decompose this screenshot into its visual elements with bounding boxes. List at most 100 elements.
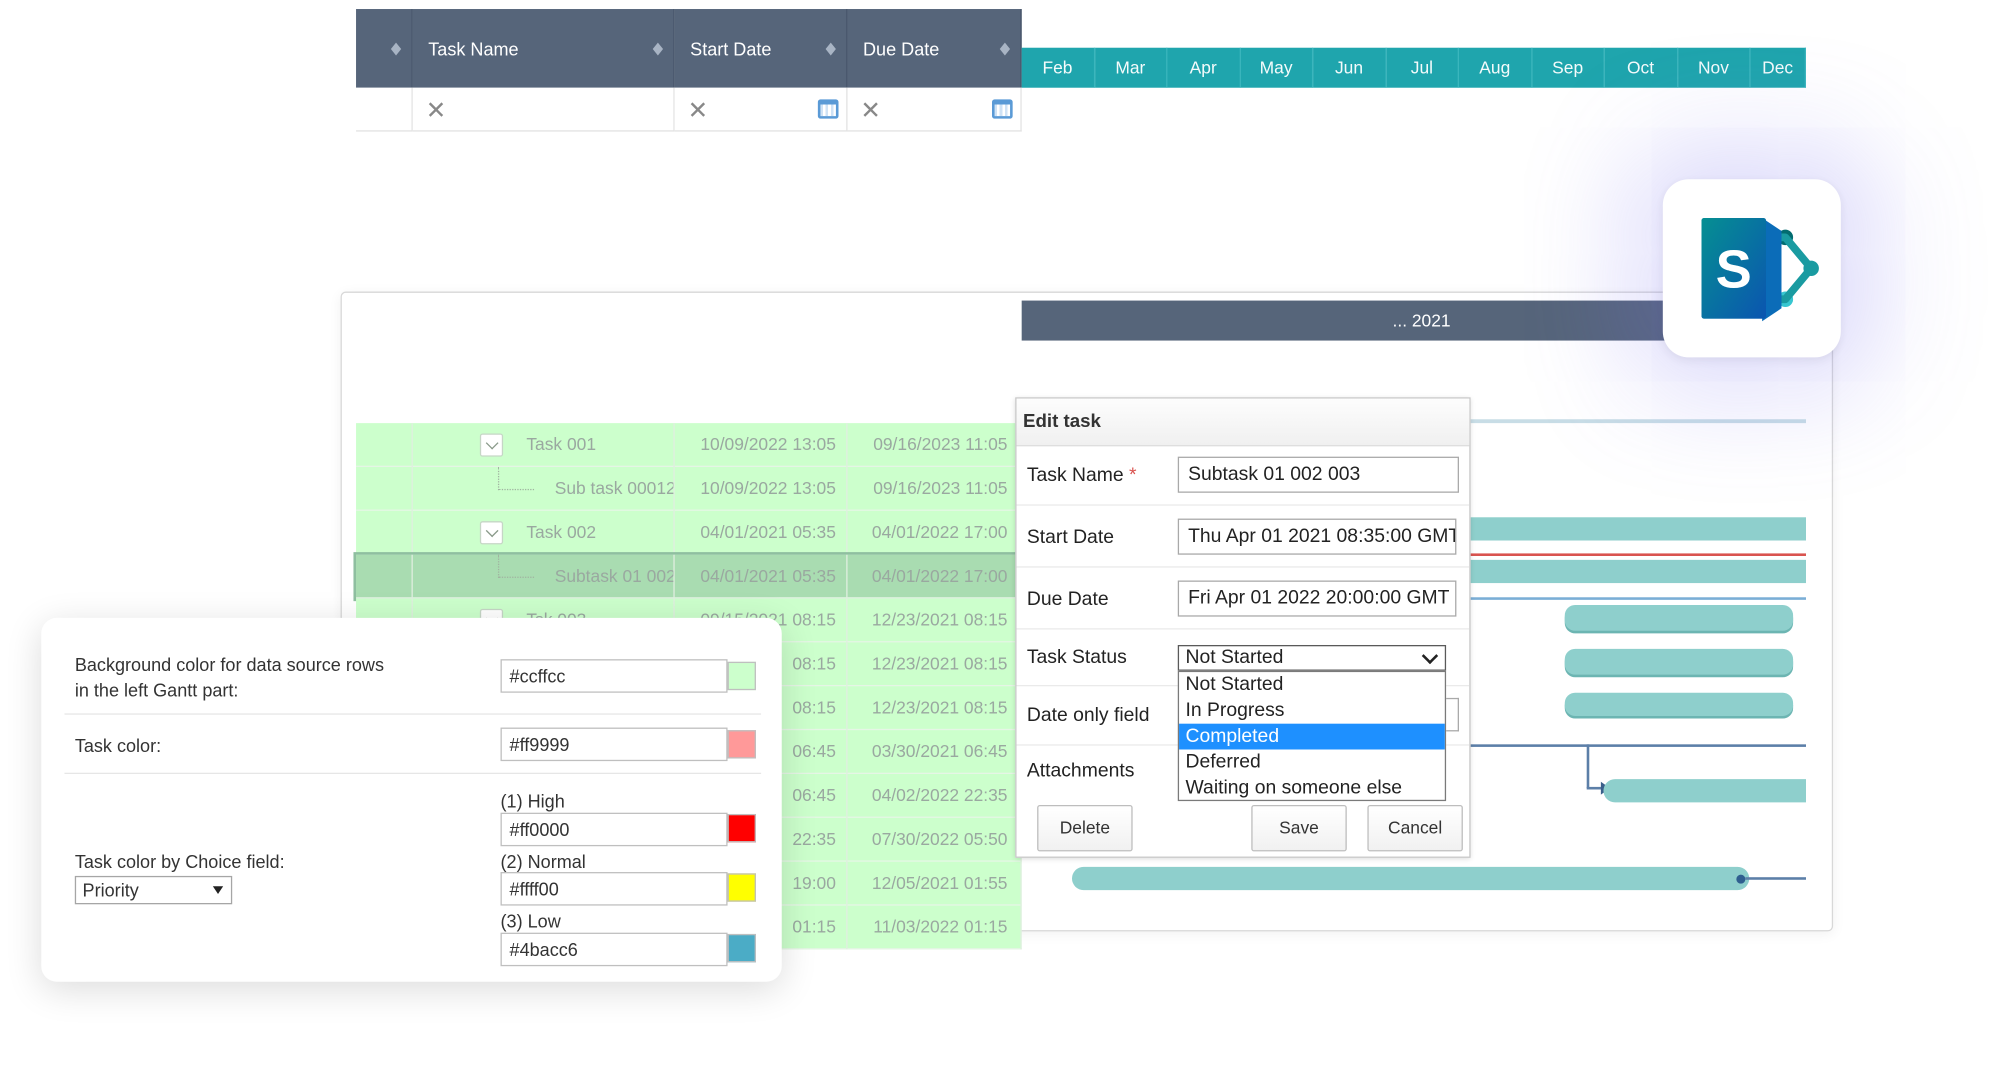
timeline-month: Sep	[1531, 47, 1605, 88]
start-date-cell[interactable]: 04/01/2021 05:35	[675, 554, 848, 599]
choice-field-select[interactable]: Priority	[74, 875, 233, 905]
task-bar[interactable]	[1071, 866, 1750, 891]
tree-connector-icon	[497, 554, 535, 578]
low-color-swatch[interactable]	[727, 933, 756, 963]
due-date-cell[interactable]: 12/23/2021 08:15	[848, 686, 1022, 731]
timeline-month: Mar	[1094, 47, 1168, 88]
sort-icon[interactable]	[999, 37, 1011, 58]
task-name-cell[interactable]: Task 001	[413, 423, 675, 467]
column-header-selector[interactable]	[356, 9, 413, 88]
task-bar[interactable]	[1470, 517, 1806, 541]
cancel-button[interactable]: Cancel	[1367, 804, 1463, 852]
row-selector[interactable]	[356, 466, 413, 511]
task-name-cell[interactable]: Sub task 000122	[413, 466, 675, 511]
sort-icon[interactable]	[390, 37, 402, 58]
task-color-swatch[interactable]	[727, 730, 756, 759]
clear-filter-icon[interactable]: ✕	[688, 97, 709, 127]
task-bar[interactable]	[1470, 559, 1806, 584]
due-date-cell[interactable]: 04/01/2022 17:00	[848, 510, 1022, 555]
normal-color-input[interactable]: #ffff00	[500, 872, 728, 906]
due-date-cell[interactable]: 11/03/2022 01:15	[848, 905, 1022, 950]
timeline-month: May	[1240, 47, 1314, 88]
high-color-input[interactable]: #ff0000	[500, 812, 728, 847]
row-selector[interactable]	[356, 423, 413, 467]
expand-chevron-icon[interactable]	[479, 521, 504, 545]
date-only-checkbox[interactable]	[1446, 697, 1459, 732]
row-selector[interactable]	[356, 554, 413, 599]
timeline-month: Jun	[1313, 47, 1387, 88]
status-option[interactable]: Not Started	[1179, 672, 1445, 698]
table-row[interactable]: Task 002 04/01/2021 05:35 04/01/2022 17:00	[356, 510, 1022, 555]
required-mark: *	[1129, 464, 1137, 487]
sort-icon[interactable]	[652, 37, 664, 58]
due-date-cell[interactable]: 03/30/2021 06:45	[848, 730, 1022, 774]
clear-filter-icon[interactable]: ✕	[426, 97, 447, 127]
bg-color-label-line: in the left Gantt part:	[74, 679, 239, 701]
filter-due-date[interactable]: ✕	[847, 87, 1022, 132]
table-row[interactable]: Sub task 000122 10/09/2022 13:05 09/16/202…	[356, 466, 1022, 511]
due-date-cell[interactable]: 12/05/2021 01:55	[848, 861, 1022, 906]
column-header-label: Due Date	[863, 38, 940, 59]
due-date-cell[interactable]: 07/30/2022 05:50	[848, 817, 1022, 862]
task-bar[interactable]	[1564, 605, 1794, 631]
calendar-icon[interactable]	[992, 99, 1013, 119]
clear-filter-icon[interactable]: ✕	[860, 97, 881, 127]
timeline-month: Oct	[1604, 47, 1678, 88]
high-color-swatch[interactable]	[727, 813, 756, 843]
due-date-input[interactable]: Fri Apr 01 2022 20:00:00 GMT	[1177, 580, 1457, 617]
timeline-month: Apr	[1167, 47, 1241, 88]
expand-chevron-icon[interactable]	[479, 433, 504, 457]
normal-color-swatch[interactable]	[727, 873, 756, 902]
bg-color-input[interactable]: #ccffcc	[500, 659, 728, 693]
edit-task-dialog: Edit task Task Name * Subtask 01 002 003…	[1015, 397, 1471, 858]
task-bar[interactable]	[1564, 692, 1794, 716]
due-date-cell[interactable]: 04/01/2022 17:00	[848, 554, 1022, 599]
task-status-select[interactable]: Not Started	[1177, 645, 1447, 671]
due-date-cell[interactable]: 04/02/2022 22:35	[848, 774, 1022, 818]
calendar-icon[interactable]	[817, 99, 839, 119]
timeline-month: Aug	[1458, 47, 1532, 88]
priority-level-label: (2) Normal	[500, 851, 586, 873]
bg-color-swatch[interactable]	[727, 661, 756, 691]
task-name-text: Subtask 01 002 003	[554, 566, 675, 586]
column-header-start-date[interactable]: Start Date	[674, 9, 848, 88]
task-color-input[interactable]: #ff9999	[500, 727, 728, 762]
save-button[interactable]: Save	[1251, 804, 1347, 852]
row-selector[interactable]	[356, 510, 413, 555]
task-name-input[interactable]: Subtask 01 002 003	[1177, 456, 1459, 493]
filter-start-date[interactable]: ✕	[674, 87, 848, 132]
column-header-task-name[interactable]: Task Name	[412, 9, 675, 88]
delete-button[interactable]: Delete	[1037, 804, 1133, 852]
start-date-input[interactable]: Thu Apr 01 2021 08:35:00 GMT	[1177, 518, 1457, 555]
divider	[1016, 504, 1470, 506]
due-date-cell[interactable]: 09/16/2023 11:05	[848, 466, 1022, 511]
sort-icon[interactable]	[825, 37, 836, 58]
start-date-cell[interactable]: 04/01/2021 05:35	[675, 510, 848, 555]
divider	[64, 772, 762, 774]
status-option[interactable]: In Progress	[1179, 698, 1445, 724]
due-date-cell[interactable]: 09/16/2023 11:05	[848, 423, 1022, 467]
bar-end-dot-icon	[1736, 874, 1746, 884]
table-row[interactable]: Task 001 10/09/2022 13:05 09/16/2023 11:05	[356, 423, 1022, 467]
bg-color-label-line: Background color for data source rows	[74, 654, 385, 675]
start-date-cell[interactable]: 10/09/2022 13:05	[675, 423, 848, 467]
status-option[interactable]: Waiting on someone else	[1179, 775, 1445, 801]
table-row[interactable]: Subtask 01 002 00304/01/2021 05:3504/01/…	[353, 552, 1025, 602]
filter-task-name[interactable]: ✕	[412, 87, 675, 132]
status-option[interactable]: Deferred	[1179, 749, 1445, 775]
due-date-cell[interactable]: 12/23/2021 08:15	[848, 598, 1022, 643]
low-color-input[interactable]: #4bacc6	[500, 932, 728, 967]
task-name-cell[interactable]: Task 002	[413, 510, 675, 555]
attachments-label: Attachments	[1026, 759, 1135, 782]
task-bar[interactable]	[1564, 648, 1794, 675]
due-date-cell[interactable]: 12/23/2021 08:15	[848, 642, 1022, 687]
column-header-due-date[interactable]: Due Date	[847, 9, 1022, 88]
dialog-title: Edit task	[1016, 398, 1470, 447]
column-header-label: Task Name	[428, 38, 519, 59]
task-bar[interactable]	[1603, 779, 1806, 803]
status-option-selected[interactable]: Completed	[1179, 723, 1445, 750]
task-name-cell[interactable]: Subtask 01 002 003	[413, 554, 675, 599]
start-date-cell[interactable]: 10/09/2022 13:05	[675, 466, 848, 511]
dependency-line	[1586, 744, 1590, 789]
timeline-line	[1470, 419, 1806, 424]
